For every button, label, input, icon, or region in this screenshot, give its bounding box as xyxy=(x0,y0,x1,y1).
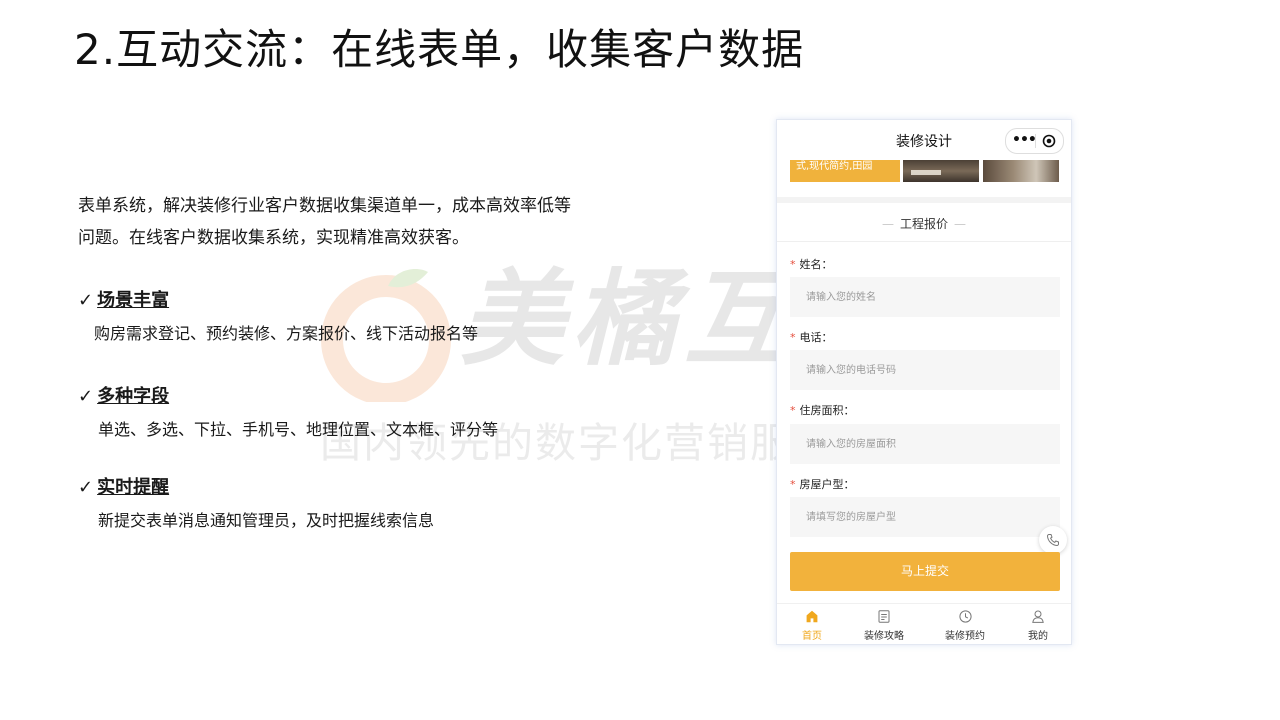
tab-guide[interactable]: 装修攻略 xyxy=(849,604,919,644)
field-label-name: * 姓名： xyxy=(790,258,833,271)
phone-mockup: 装修设计 ••• 式,现代简约,田园 — 工程报价 — *姓名： *电话： *住房面… xyxy=(776,119,1072,645)
area-input[interactable] xyxy=(790,424,1060,464)
user-icon xyxy=(1032,610,1044,623)
style-tag[interactable]: 式,现代简约,田园 xyxy=(790,160,900,182)
feature-title: 场景丰富 xyxy=(97,290,170,311)
intro-text: 表单系统，解决装修行业客户数据收集渠道单一，成本高效率低等 问题。在线客户数据收… xyxy=(78,190,598,254)
case-thumbnail[interactable] xyxy=(983,160,1059,182)
phone-input[interactable] xyxy=(790,350,1060,390)
name-input[interactable] xyxy=(790,277,1060,317)
dash-left: — xyxy=(881,217,894,231)
document-icon xyxy=(878,610,890,623)
more-icon[interactable]: ••• xyxy=(1012,130,1037,150)
tab-label: 装修攻略 xyxy=(864,631,904,642)
dash-right: — xyxy=(954,217,966,231)
banner-strip: 式,现代简约,田园 xyxy=(777,160,1071,200)
required-mark: * xyxy=(790,258,796,271)
close-target-icon[interactable] xyxy=(1042,134,1056,148)
check-icon: ✓ xyxy=(78,386,94,407)
section-title-text: 工程报价 xyxy=(899,217,948,231)
field-label-area: * 住房面积： xyxy=(790,404,855,417)
feature-scenarios: ✓ 场景丰富 购房需求登记、预约装修、方案报价、线下活动报名等 xyxy=(78,288,478,346)
intro-line-1: 表单系统，解决装修行业客户数据收集渠道单一，成本高效率低等 xyxy=(78,196,571,216)
submit-button[interactable]: 马上提交 xyxy=(790,552,1060,591)
field-label-layout: * 房屋户型： xyxy=(790,478,855,491)
feature-title: 实时提醒 xyxy=(97,477,170,498)
field-label-phone: * 电话： xyxy=(790,331,833,344)
tab-label: 首页 xyxy=(802,631,822,642)
mini-program-capsule: ••• xyxy=(1005,128,1064,154)
section-divider xyxy=(777,197,1071,203)
feature-desc: 购房需求登记、预约装修、方案报价、线下活动报名等 xyxy=(94,324,479,343)
slide-title: 2.互动交流：在线表单，收集客户数据 xyxy=(74,25,805,74)
feature-desc: 单选、多选、下拉、手机号、地理位置、文本框、评分等 xyxy=(98,420,499,439)
clock-icon xyxy=(959,610,972,623)
check-icon: ✓ xyxy=(78,477,94,498)
check-icon: ✓ xyxy=(78,290,94,311)
feature-title: 多种字段 xyxy=(97,386,170,407)
feature-fields: ✓ 多种字段 单选、多选、下拉、手机号、地理位置、文本框、评分等 xyxy=(78,384,498,442)
divider xyxy=(777,241,1071,242)
tab-label: 装修预约 xyxy=(945,631,985,642)
required-mark: * xyxy=(790,404,796,417)
tab-label: 我的 xyxy=(1028,631,1048,642)
tab-bar: 首页 装修攻略 装修预约 我的 xyxy=(777,603,1071,644)
case-thumbnail[interactable] xyxy=(903,160,979,182)
call-button[interactable] xyxy=(1039,526,1067,554)
tab-profile[interactable]: 我的 xyxy=(1003,604,1071,644)
intro-line-2: 问题。在线客户数据收集系统，实现精准高效获客。 xyxy=(78,228,469,248)
nav-bar: 装修设计 ••• xyxy=(777,120,1071,160)
phone-icon xyxy=(1046,534,1059,547)
home-icon xyxy=(806,610,818,623)
capsule-divider xyxy=(1035,134,1036,148)
tab-home[interactable]: 首页 xyxy=(777,604,847,644)
required-mark: * xyxy=(790,478,796,491)
tab-appointment[interactable]: 装修预约 xyxy=(930,604,1000,644)
feature-notification: ✓ 实时提醒 新提交表单消息通知管理员，及时把握线索信息 xyxy=(78,475,434,533)
required-mark: * xyxy=(790,331,796,344)
layout-input[interactable] xyxy=(790,497,1060,537)
feature-desc: 新提交表单消息通知管理员，及时把握线索信息 xyxy=(98,511,435,530)
section-title: — 工程报价 — xyxy=(777,215,1071,232)
